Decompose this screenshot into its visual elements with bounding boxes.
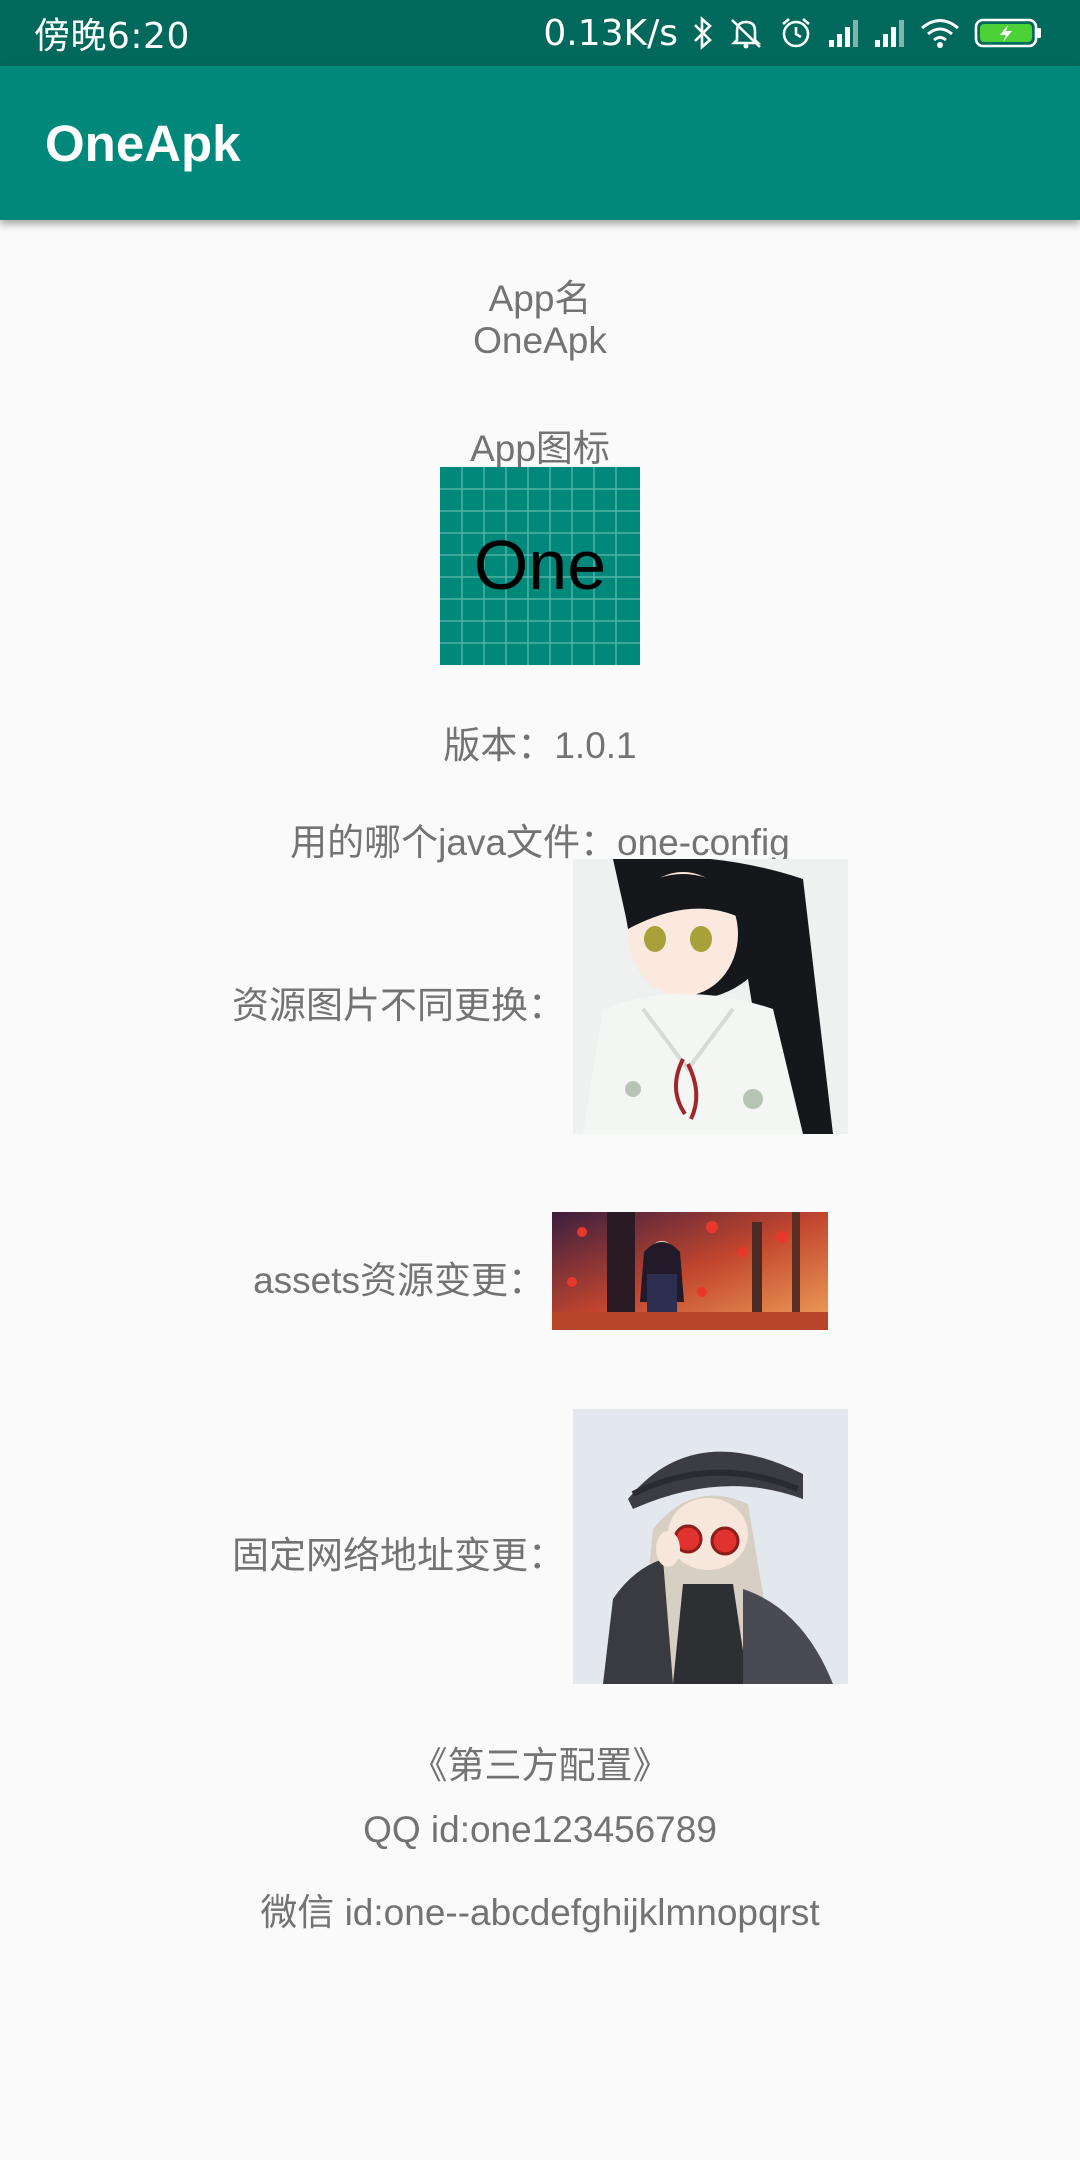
autumn-anime-image: [552, 1212, 828, 1330]
wifi-icon: [920, 18, 960, 48]
app-name-value: OneApk: [473, 320, 607, 361]
toolbar-title: OneApk: [45, 114, 241, 172]
signal-icon: [874, 18, 906, 48]
app-icon-text: One: [473, 526, 607, 604]
anime-girl-kimono-image: [573, 859, 848, 1134]
qq-id-text: QQ id:one123456789: [363, 1809, 717, 1850]
status-time: 傍晚6:20: [34, 16, 190, 57]
app-name-label: App名: [488, 278, 592, 319]
signal-icon: [828, 18, 860, 48]
third-party-title: 《第三方配置》: [410, 1745, 670, 1786]
mute-icon: [728, 16, 764, 50]
bluetooth-icon: [692, 16, 714, 50]
anime-girl-sunglasses-image: [573, 1409, 848, 1684]
app-toolbar: OneApk: [0, 66, 1080, 220]
wechat-id-text: 微信 id:one--abcdefghijklmnopqrst: [260, 1892, 820, 1933]
status-icons: 0.13K/s: [543, 13, 1044, 54]
status-bar: 傍晚6:20 0.13K/s: [0, 0, 1080, 66]
java-file-text: 用的哪个java文件：one-config: [290, 822, 790, 863]
assets-label: assets资源变更：: [253, 1260, 545, 1301]
version-text: 版本：1.0.1: [443, 725, 637, 766]
resource-image-label: 资源图片不同更换：: [232, 985, 565, 1026]
alarm-icon: [778, 16, 814, 50]
app-icon-label: App图标: [470, 428, 610, 469]
battery-charging-icon: [974, 17, 1044, 49]
network-image-label: 固定网络地址变更：: [232, 1535, 565, 1576]
app-icon-image: One: [440, 467, 640, 665]
network-speed: 0.13K/s: [543, 12, 678, 54]
